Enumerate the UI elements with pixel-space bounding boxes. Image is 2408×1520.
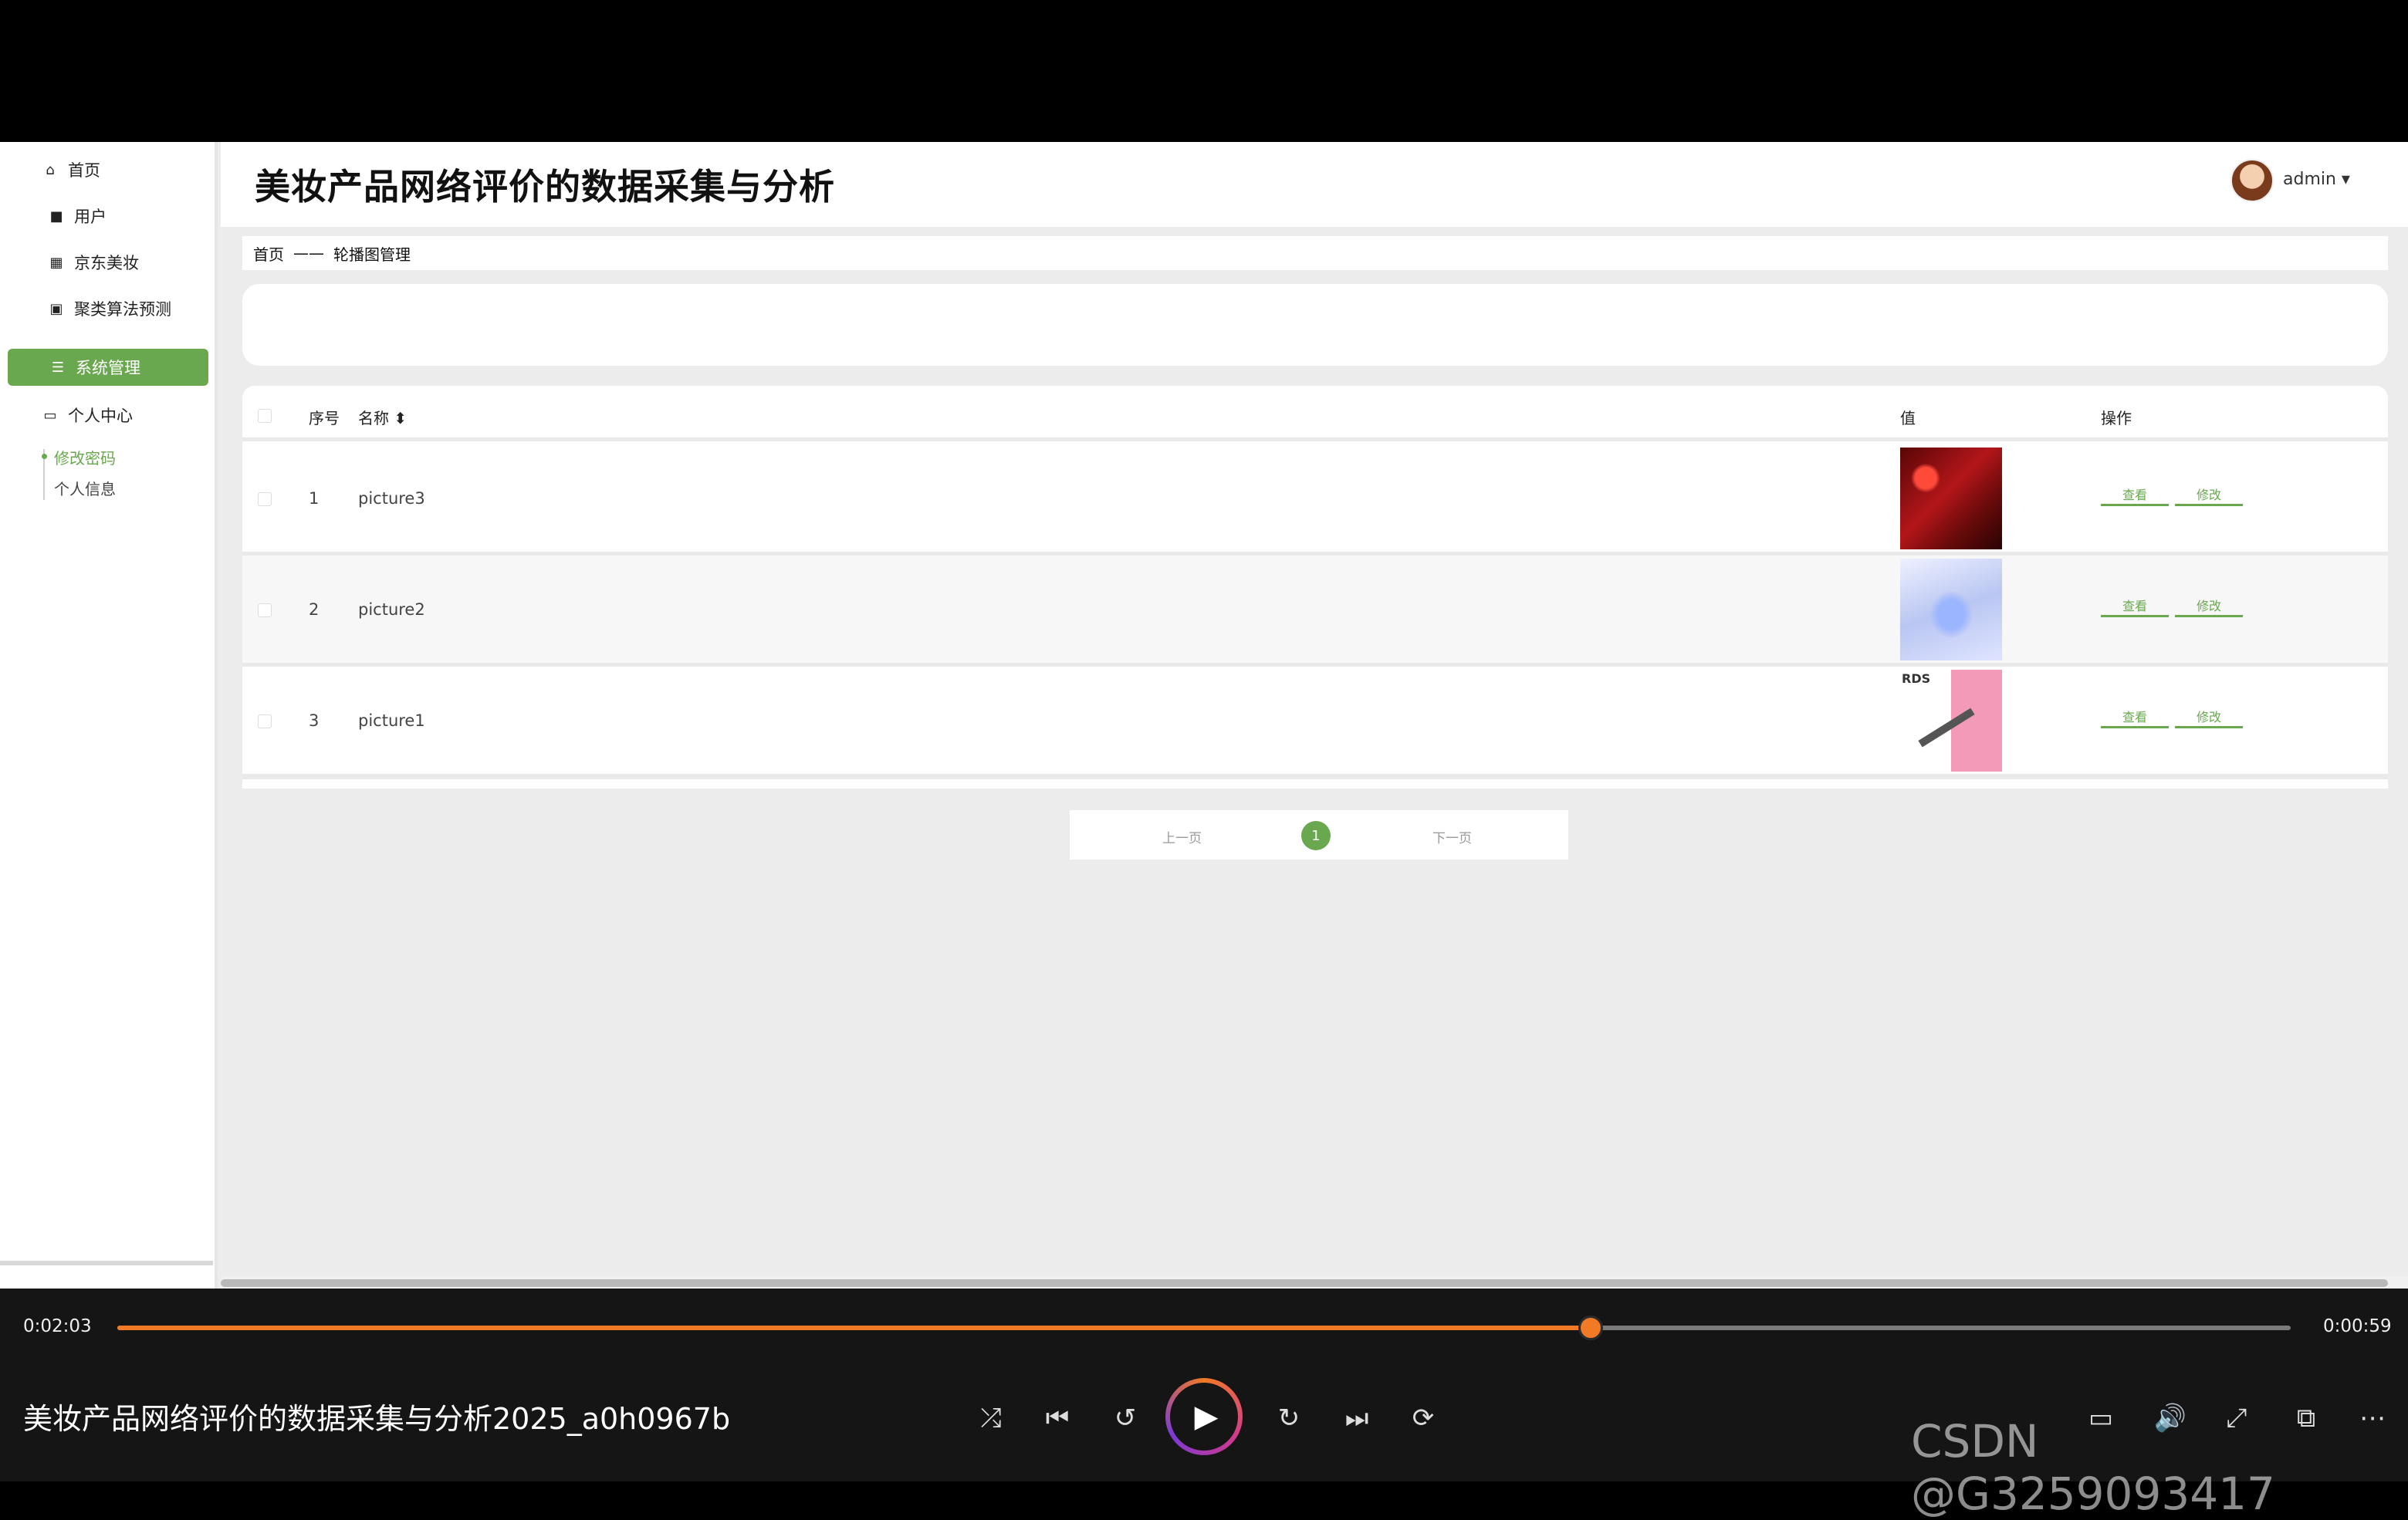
- row-checkbox[interactable]: [258, 714, 272, 728]
- shuffle-icon[interactable]: ⤮: [974, 1401, 1008, 1435]
- menu-icon: ☰: [51, 359, 65, 376]
- video-player-controls: 0:02:03 0:00:59 美妆产品网络评价的数据采集与分析2025_a0h…: [0, 1289, 2408, 1520]
- prev-page-button[interactable]: 上一页: [1162, 827, 1202, 846]
- table-row: 2 picture2 查看 修改: [242, 556, 2388, 667]
- sidebar-item-label: 个人中心: [68, 407, 133, 425]
- avatar[interactable]: [2230, 159, 2274, 202]
- progress-fill: [117, 1326, 1591, 1330]
- watermark: CSDN @G3259093417: [1911, 1415, 2275, 1520]
- next-page-button[interactable]: 下一页: [1432, 827, 1472, 846]
- sidebar-item-label: 用户: [74, 208, 107, 226]
- submenu-change-password[interactable]: 修改密码: [54, 446, 116, 468]
- breadcrumb: 首页 —— 轮播图管理: [242, 236, 2388, 270]
- sidebar-item-system[interactable]: ☰ 系统管理: [8, 349, 208, 386]
- sidebar-scrollbar[interactable]: [0, 1261, 213, 1265]
- table-row: 1 picture3 查看 修改: [242, 444, 2388, 556]
- breadcrumb-home[interactable]: 首页: [253, 242, 284, 265]
- search-panel: [242, 284, 2388, 366]
- select-all-checkbox[interactable]: [258, 409, 272, 423]
- play-button[interactable]: ▶: [1165, 1378, 1243, 1455]
- user-icon: ■: [49, 208, 63, 225]
- edit-button[interactable]: 修改: [2175, 705, 2243, 728]
- active-dot: [42, 454, 47, 459]
- breadcrumb-current: 轮播图管理: [333, 245, 411, 264]
- sidebar-item-personal[interactable]: ▭ 个人中心: [40, 397, 133, 434]
- pagination: 上一页 1 下一页: [1070, 810, 1568, 860]
- row-checkbox[interactable]: [258, 492, 272, 506]
- data-table: 序号 名称 ⬍ 值 操作 1 picture3 查看 修改 2 picture2…: [242, 386, 2388, 789]
- user-menu[interactable]: admin ▾: [2283, 170, 2350, 189]
- table-row: 3 picture1 RDS 查看 修改: [242, 667, 2388, 778]
- row-index: 1: [309, 489, 320, 508]
- play-icon: ▶: [1170, 1383, 1238, 1451]
- breadcrumb-separator: ——: [293, 244, 324, 262]
- grid-icon: ▦: [49, 254, 63, 271]
- page-1-button[interactable]: 1: [1301, 821, 1331, 850]
- sidebar-item-users[interactable]: ■ 用户: [46, 198, 107, 235]
- submenu-personal-info[interactable]: 个人信息: [54, 477, 116, 499]
- next-icon[interactable]: ⏭: [1340, 1401, 1374, 1435]
- forward-30-icon[interactable]: ↻: [1272, 1401, 1306, 1435]
- current-time: 0:02:03: [23, 1316, 92, 1336]
- page-title: 美妆产品网络评价的数据采集与分析: [255, 166, 835, 208]
- view-button[interactable]: 查看: [2101, 705, 2169, 728]
- header-name[interactable]: 名称 ⬍: [358, 406, 407, 428]
- edit-button[interactable]: 修改: [2175, 483, 2243, 506]
- edit-button[interactable]: 修改: [2175, 594, 2243, 617]
- home-icon: ⌂: [46, 161, 55, 178]
- brush-shape: [1918, 708, 1975, 748]
- chart-icon: ▣: [49, 300, 63, 317]
- sidebar-item-label: 首页: [68, 161, 100, 180]
- table-footer: [242, 776, 2388, 789]
- profile-icon: ▭: [43, 407, 57, 424]
- header-value: 值: [1900, 409, 1916, 427]
- sidebar-item-label: 聚类算法预测: [74, 300, 171, 319]
- sidebar-item-home[interactable]: ⌂ 首页: [40, 151, 100, 188]
- progress-track[interactable]: [117, 1316, 2291, 1340]
- repeat-off-icon[interactable]: ⟳: [1406, 1401, 1440, 1435]
- video-title: 美妆产品网络评价的数据采集与分析2025_a0h0967b: [23, 1402, 731, 1436]
- sidebar-item-label: 系统管理: [76, 359, 140, 377]
- progress-knob[interactable]: [1578, 1316, 1604, 1340]
- header-index: 序号: [309, 409, 340, 427]
- row-checkbox[interactable]: [258, 603, 272, 617]
- sidebar: ⌂ 首页 ■ 用户 ▦ 京东美妆 ▣ 聚类算法预测 ☰ 系统管理 ▭ 个人中心 …: [0, 142, 218, 1289]
- previous-icon[interactable]: ⏮: [1040, 1401, 1074, 1435]
- horizontal-scrollbar[interactable]: [221, 1276, 2408, 1289]
- view-button[interactable]: 查看: [2101, 594, 2169, 617]
- header: 美妆产品网络评价的数据采集与分析 admin ▾: [221, 142, 2408, 227]
- top-black-bar: [0, 0, 2408, 142]
- table-header: 序号 名称 ⬍ 值 操作: [242, 386, 2388, 441]
- row-name: picture1: [358, 711, 425, 730]
- row-name: picture2: [358, 600, 425, 619]
- sidebar-item-jd-beauty[interactable]: ▦ 京东美妆: [46, 244, 139, 281]
- row-thumbnail[interactable]: [1900, 559, 2002, 660]
- row-index: 3: [309, 711, 320, 730]
- scrollbar-thumb[interactable]: [221, 1279, 2388, 1287]
- row-thumbnail[interactable]: [1900, 448, 2002, 549]
- total-time: 0:00:59: [2323, 1316, 2392, 1336]
- sidebar-item-label: 京东美妆: [74, 254, 139, 272]
- view-button[interactable]: 查看: [2101, 483, 2169, 506]
- app-window: ⌂ 首页 ■ 用户 ▦ 京东美妆 ▣ 聚类算法预测 ☰ 系统管理 ▭ 个人中心 …: [0, 142, 2408, 1289]
- row-index: 2: [309, 600, 320, 619]
- rewind-10-icon[interactable]: ↺: [1108, 1401, 1142, 1435]
- header-action: 操作: [2101, 409, 2132, 427]
- sidebar-item-cluster-predict[interactable]: ▣ 聚类算法预测: [46, 290, 171, 327]
- thumbnail-text: RDS: [1902, 671, 1931, 686]
- row-name: picture3: [358, 489, 425, 508]
- row-thumbnail[interactable]: RDS: [1900, 670, 2002, 772]
